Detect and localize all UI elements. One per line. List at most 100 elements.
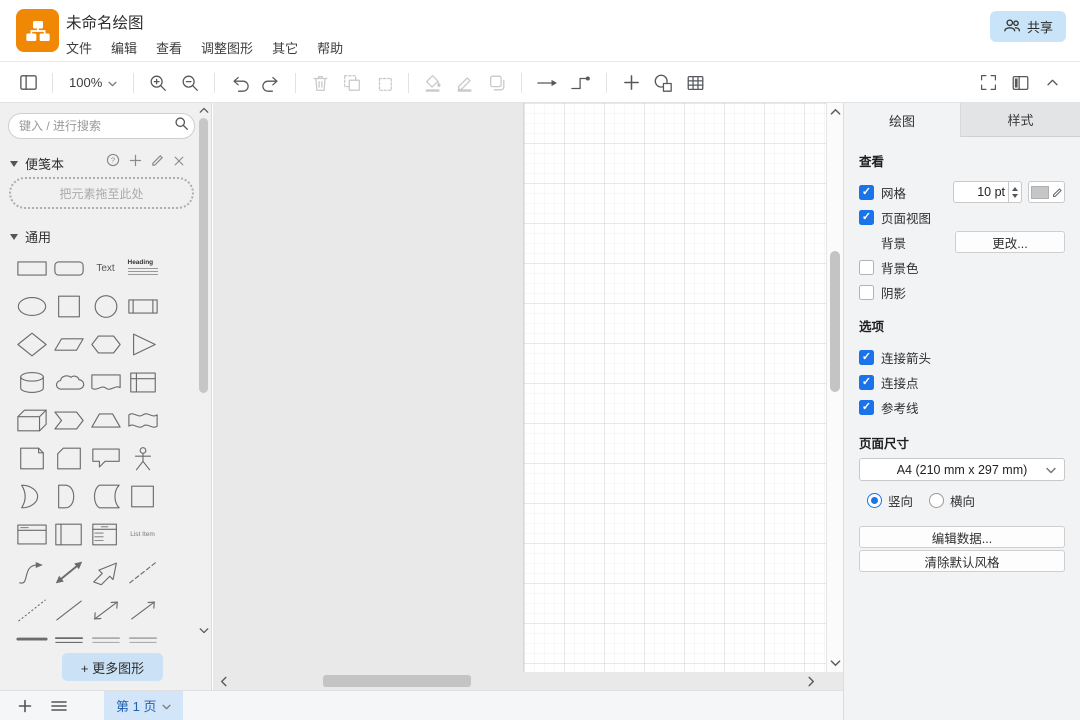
shape-link[interactable] xyxy=(14,630,50,654)
sidebar-scrollbar[interactable] xyxy=(197,103,210,690)
connection-arrow-button[interactable] xyxy=(530,68,564,98)
shape-partial-2[interactable] xyxy=(88,630,124,654)
zoom-out-button[interactable] xyxy=(174,68,206,98)
shadow-button[interactable] xyxy=(481,68,513,98)
shape-internal-storage[interactable] xyxy=(125,364,161,401)
scroll-down-icon[interactable] xyxy=(828,656,843,670)
portrait-radio[interactable] xyxy=(867,493,882,508)
scroll-right-icon[interactable] xyxy=(804,672,818,690)
shape-cylinder[interactable] xyxy=(14,364,50,401)
scrollbar-thumb[interactable] xyxy=(199,118,208,393)
insert-button[interactable] xyxy=(615,68,647,98)
shape-horizontal-container[interactable] xyxy=(14,516,50,553)
change-background-button[interactable]: 更改... xyxy=(955,231,1065,253)
page-view-checkbox[interactable] xyxy=(859,210,874,225)
line-color-button[interactable] xyxy=(449,68,481,98)
page-tab[interactable]: 第 1 页 xyxy=(104,691,183,720)
shape-hexagon[interactable] xyxy=(88,326,124,363)
step-down-icon[interactable] xyxy=(1012,194,1018,198)
shape-rounded-rectangle[interactable] xyxy=(51,250,87,287)
shape-ellipse[interactable] xyxy=(14,288,50,325)
menu-arrange[interactable]: 调整图形 xyxy=(201,38,253,57)
delete-button[interactable] xyxy=(304,68,336,98)
shape-arrow[interactable] xyxy=(88,554,124,591)
waypoints-button[interactable] xyxy=(564,68,598,98)
scrollbar-thumb[interactable] xyxy=(323,675,471,687)
shape-vertical-container[interactable] xyxy=(51,516,87,553)
shape-plain-square[interactable] xyxy=(125,478,161,515)
zoom-in-button[interactable] xyxy=(142,68,174,98)
shape-list[interactable] xyxy=(88,516,124,553)
search-icon[interactable] xyxy=(174,116,189,136)
page-size-select[interactable]: A4 (210 mm x 297 mm) xyxy=(859,458,1065,481)
general-section-header[interactable]: 通用 xyxy=(10,227,51,246)
more-shapes-button[interactable]: + 更多图形 xyxy=(62,653,163,681)
scroll-down-icon[interactable] xyxy=(197,624,210,637)
menu-edit[interactable]: 编辑 xyxy=(111,38,137,57)
shape-circle[interactable] xyxy=(88,288,124,325)
grid-color-button[interactable] xyxy=(1028,181,1065,203)
shape-or[interactable] xyxy=(14,478,50,515)
help-icon[interactable]: ? xyxy=(106,153,120,172)
insert-table-button[interactable] xyxy=(679,68,711,98)
redo-button[interactable] xyxy=(255,68,287,98)
connection-arrows-checkbox[interactable] xyxy=(859,350,874,365)
shape-curve[interactable] xyxy=(14,554,50,591)
shape-and[interactable] xyxy=(51,478,87,515)
scroll-up-icon[interactable] xyxy=(197,104,210,117)
scratchpad-dropzone[interactable]: 把元素拖至此处 xyxy=(9,177,194,209)
add-page-button[interactable] xyxy=(8,691,42,720)
step-up-icon[interactable] xyxy=(1012,187,1018,191)
scroll-up-icon[interactable] xyxy=(828,105,843,119)
shadow-checkbox[interactable] xyxy=(859,285,874,300)
shape-step[interactable] xyxy=(51,402,87,439)
fullscreen-button[interactable] xyxy=(972,68,1004,98)
grid-checkbox[interactable] xyxy=(859,185,874,200)
guides-checkbox[interactable] xyxy=(859,400,874,415)
shape-note[interactable] xyxy=(14,440,50,477)
shape-parallelogram[interactable] xyxy=(51,326,87,363)
landscape-radio[interactable] xyxy=(929,493,944,508)
shape-document[interactable] xyxy=(88,364,124,401)
shape-tape[interactable] xyxy=(125,402,161,439)
shape-cloud[interactable] xyxy=(51,364,87,401)
shape-bidirectional-connector[interactable] xyxy=(88,592,124,629)
shape-search[interactable] xyxy=(8,113,195,139)
shape-partial-3[interactable] xyxy=(125,630,161,654)
to-back-button[interactable] xyxy=(368,68,400,98)
document-title[interactable]: 未命名绘图 xyxy=(66,11,144,33)
add-to-scratchpad-icon[interactable] xyxy=(129,154,142,172)
close-scratchpad-icon[interactable] xyxy=(173,154,185,172)
shape-cube[interactable] xyxy=(14,402,50,439)
undo-button[interactable] xyxy=(223,68,255,98)
portrait-option[interactable]: 竖向 xyxy=(867,491,913,510)
shape-process[interactable] xyxy=(125,288,161,325)
menu-help[interactable]: 帮助 xyxy=(317,38,343,57)
shape-diamond[interactable] xyxy=(14,326,50,363)
drawing-page[interactable] xyxy=(523,103,826,672)
shape-partial-1[interactable] xyxy=(51,630,87,654)
horizontal-scrollbar[interactable] xyxy=(213,672,826,690)
connection-points-checkbox[interactable] xyxy=(859,375,874,390)
tab-style[interactable]: 样式 xyxy=(961,103,1080,137)
vertical-scrollbar[interactable] xyxy=(826,103,843,672)
shape-list-item[interactable]: List Item xyxy=(125,516,161,553)
scroll-left-icon[interactable] xyxy=(217,672,231,690)
shape-data-storage[interactable] xyxy=(88,478,124,515)
shape-triangle[interactable] xyxy=(125,326,161,363)
edit-data-button[interactable]: 编辑数据... xyxy=(859,526,1065,548)
shape-directional-connector[interactable] xyxy=(125,592,161,629)
landscape-option[interactable]: 横向 xyxy=(929,491,975,510)
share-button[interactable]: 共享 xyxy=(990,11,1066,42)
shape-actor[interactable] xyxy=(125,440,161,477)
edit-scratchpad-icon[interactable] xyxy=(151,154,164,172)
shape-line[interactable] xyxy=(51,592,87,629)
shape-rectangle[interactable] xyxy=(14,250,50,287)
grid-size-input[interactable] xyxy=(953,181,1009,203)
tab-diagram[interactable]: 绘图 xyxy=(844,103,961,137)
grid-size-stepper[interactable] xyxy=(1009,181,1022,203)
shape-text[interactable]: Text xyxy=(88,250,124,287)
clear-default-style-button[interactable]: 清除默认风格 xyxy=(859,550,1065,572)
menu-file[interactable]: 文件 xyxy=(66,38,92,57)
scratchpad-header[interactable]: 便笺本 xyxy=(10,154,64,173)
